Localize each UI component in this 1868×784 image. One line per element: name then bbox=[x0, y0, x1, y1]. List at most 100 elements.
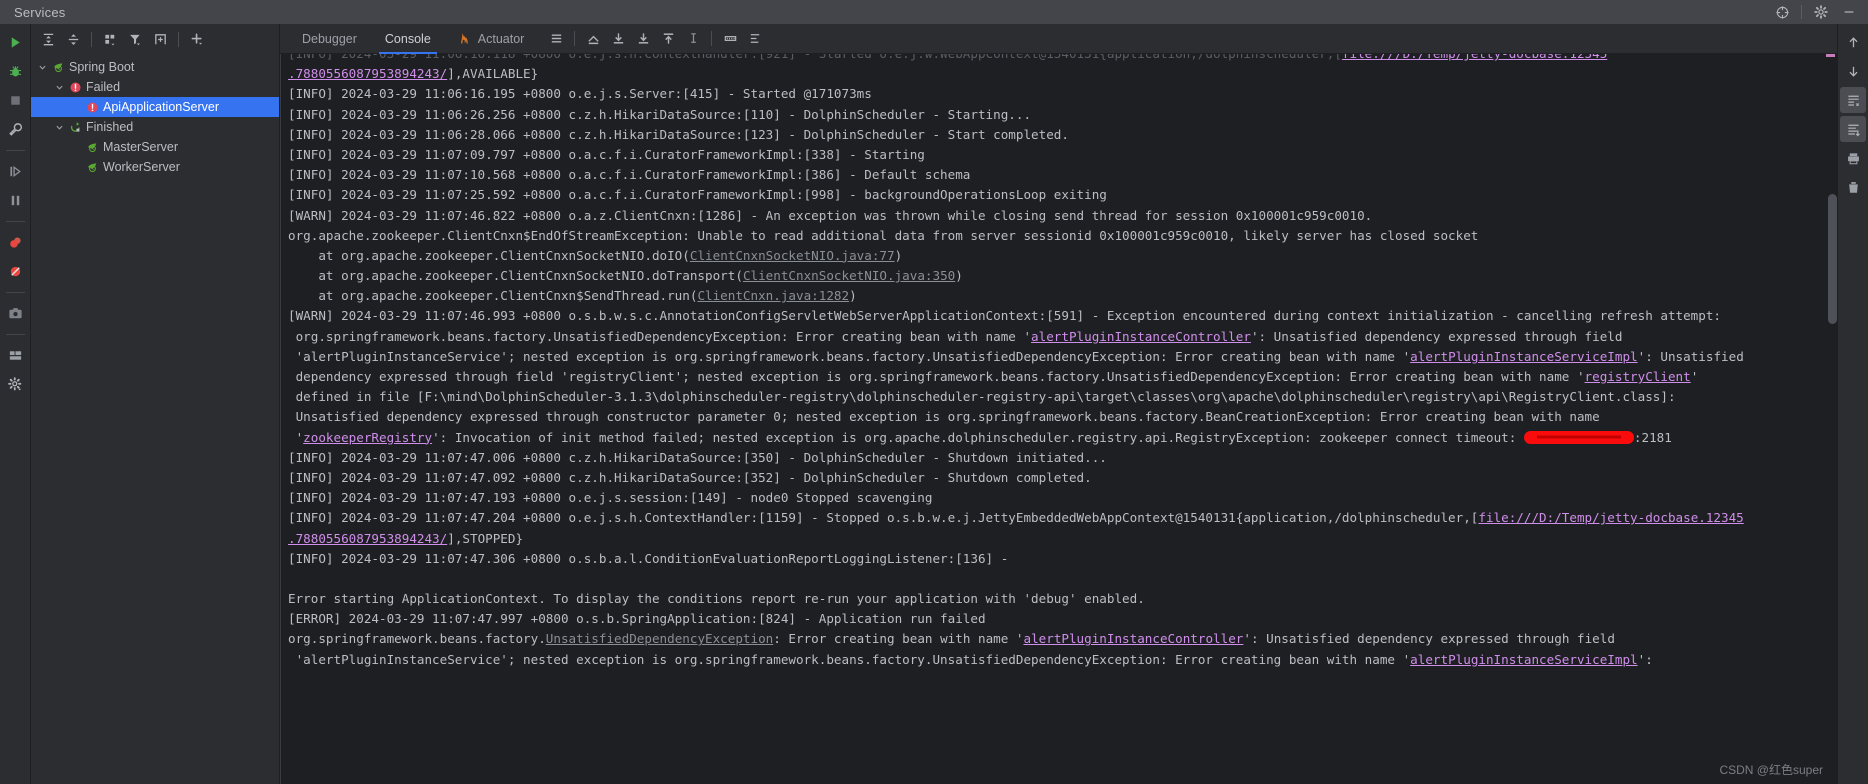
resume-program-button[interactable] bbox=[2, 158, 28, 184]
tab-label: Debugger bbox=[302, 31, 357, 46]
console-vertical-scrollbar[interactable] bbox=[1828, 194, 1837, 324]
chevron-down-icon[interactable] bbox=[52, 77, 66, 97]
scroll-to-top-button[interactable] bbox=[581, 27, 605, 51]
log-text: ],AVAILABLE} bbox=[447, 66, 539, 82]
failed-icon bbox=[66, 77, 84, 97]
run-button[interactable] bbox=[2, 29, 28, 55]
tab-console[interactable]: Console bbox=[371, 24, 445, 54]
log-text: at org.apache.zookeeper.ClientCnxnSocket… bbox=[288, 247, 690, 263]
log-link[interactable]: alertPluginInstanceServiceImpl bbox=[1410, 349, 1637, 364]
scroll-up-button[interactable] bbox=[1840, 29, 1866, 55]
minimize-icon[interactable] bbox=[1836, 1, 1862, 23]
services-tool-window: Services Spring Boot Failed ApiApplicati… bbox=[0, 0, 1868, 784]
log-text: at org.apache.zookeeper.ClientCnxnSocket… bbox=[288, 268, 743, 284]
settings-wrench-button[interactable] bbox=[2, 116, 28, 142]
wrap-text-button[interactable] bbox=[718, 27, 742, 51]
log-text: [INFO] 2024-03-29 11:06:16.118 +0800 o.e… bbox=[288, 54, 1342, 61]
rail-divider bbox=[5, 221, 25, 222]
tree-toolbar bbox=[31, 24, 279, 54]
log-text: ],STOPPED} bbox=[447, 530, 524, 546]
show-in-new-window-button[interactable] bbox=[149, 28, 171, 50]
log-text: Error starting ApplicationContext. To di… bbox=[288, 591, 1145, 607]
tree-node-failed[interactable]: Failed bbox=[31, 77, 279, 97]
log-link[interactable]: file:///D:/Temp/jetty-docbase.12345 bbox=[1478, 510, 1743, 525]
print-button[interactable] bbox=[1840, 145, 1866, 171]
settings-list-button[interactable] bbox=[743, 27, 767, 51]
rail-divider bbox=[5, 292, 25, 293]
log-text: [INFO] 2024-03-29 11:07:47.092 +0800 c.z… bbox=[288, 469, 1092, 485]
mute-breakpoints-button[interactable] bbox=[2, 258, 28, 284]
screenshot-button[interactable] bbox=[2, 300, 28, 326]
log-text: :2181 bbox=[1633, 429, 1672, 445]
tab-actuator[interactable]: Actuator bbox=[445, 24, 539, 54]
expand-all-button[interactable] bbox=[37, 28, 59, 50]
debug-button[interactable] bbox=[2, 58, 28, 84]
chevron-down-icon[interactable] bbox=[52, 117, 66, 137]
pause-program-button[interactable] bbox=[2, 187, 28, 213]
scroll-down-button[interactable] bbox=[606, 27, 630, 51]
log-line: [INFO] 2024-03-29 11:07:09.797 +0800 o.a… bbox=[288, 145, 1837, 165]
group-by-button[interactable] bbox=[99, 28, 121, 50]
scroll-to-end-toggle[interactable] bbox=[1840, 116, 1866, 142]
log-line: [INFO] 2024-03-29 11:07:10.568 +0800 o.a… bbox=[288, 165, 1837, 185]
log-link[interactable]: alertPluginInstanceController bbox=[1023, 631, 1243, 646]
soft-wrap-button[interactable] bbox=[544, 27, 568, 51]
log-text: ' bbox=[1690, 369, 1699, 384]
settings-button[interactable] bbox=[2, 371, 28, 397]
add-service-button[interactable] bbox=[186, 28, 208, 50]
log-text: [WARN] 2024-03-29 11:07:46.993 +0800 o.s… bbox=[288, 308, 1722, 324]
log-stacktrace-link[interactable]: ClientCnxn.java:1282 bbox=[697, 288, 849, 303]
log-link[interactable]: file:///D:/Temp/jetty-docbase.12345 bbox=[1342, 54, 1607, 61]
log-text: ) bbox=[955, 268, 963, 284]
log-link[interactable]: registryClient bbox=[1585, 369, 1691, 384]
scrollbar-error-marker bbox=[1826, 54, 1835, 57]
log-link[interactable]: zookeeperRegistry bbox=[303, 430, 432, 445]
log-stacktrace-link[interactable]: UnsatisfiedDependencyException bbox=[546, 631, 773, 646]
settings-gear-icon[interactable] bbox=[1808, 1, 1834, 23]
tab-label: Actuator bbox=[477, 31, 525, 46]
collapse-all-button[interactable] bbox=[62, 28, 84, 50]
tree-node-workerserver[interactable]: WorkerServer bbox=[31, 157, 279, 177]
scroll-to-end-button[interactable] bbox=[631, 27, 655, 51]
console-output-area[interactable]: [INFO] 2024-03-29 11:06:16.118 +0800 o.e… bbox=[280, 54, 1837, 784]
clear-all-button[interactable] bbox=[1840, 174, 1866, 200]
services-tree-panel: Spring Boot Failed ApiApplicationServer Fin… bbox=[31, 24, 280, 784]
tab-debugger[interactable]: Debugger bbox=[288, 24, 371, 54]
log-line: [INFO] 2024-03-29 11:07:25.592 +0800 o.a… bbox=[288, 185, 1837, 205]
failed-icon bbox=[83, 97, 101, 117]
trim-button[interactable] bbox=[681, 27, 705, 51]
log-text: defined in file [F:\mind\DolphinSchedule… bbox=[288, 389, 1676, 405]
filter-button[interactable] bbox=[124, 28, 146, 50]
view-breakpoints-button[interactable] bbox=[2, 229, 28, 255]
services-tree: Spring Boot Failed ApiApplicationServer Fin… bbox=[31, 54, 279, 177]
chevron-down-icon[interactable] bbox=[35, 57, 49, 77]
log-text: Unsatisfied dependency expressed through… bbox=[288, 409, 1600, 425]
log-text: [WARN] 2024-03-29 11:07:46.822 +0800 o.a… bbox=[288, 207, 1373, 223]
titlebar-actions bbox=[1769, 0, 1862, 24]
tree-node-spring-boot[interactable]: Spring Boot bbox=[31, 57, 279, 77]
target-icon[interactable] bbox=[1769, 1, 1795, 23]
tree-node-finished[interactable]: Finished bbox=[31, 117, 279, 137]
log-link[interactable]: alertPluginInstanceServiceImpl bbox=[1410, 652, 1637, 667]
log-text: ' bbox=[288, 429, 304, 445]
log-line: at org.apache.zookeeper.ClientCnxnSocket… bbox=[288, 246, 1837, 266]
spring-boot-icon bbox=[49, 57, 67, 77]
log-link[interactable]: .7880556087953894243/ bbox=[288, 531, 447, 546]
stop-button[interactable] bbox=[2, 87, 28, 113]
layout-button[interactable] bbox=[2, 342, 28, 368]
scroll-up-button[interactable] bbox=[656, 27, 680, 51]
tree-node-masterserver[interactable]: MasterServer bbox=[31, 137, 279, 157]
tree-node-label: Finished bbox=[86, 120, 134, 134]
scroll-down-button[interactable] bbox=[1840, 58, 1866, 84]
watermark-label: CSDN @红色super bbox=[1719, 763, 1823, 777]
log-line: [INFO] 2024-03-29 11:07:47.092 +0800 c.z… bbox=[288, 468, 1837, 488]
tree-node-apiapplicationserver[interactable]: ApiApplicationServer bbox=[31, 97, 279, 117]
log-line: [INFO] 2024-03-29 11:06:28.066 +0800 c.z… bbox=[288, 125, 1837, 145]
log-link[interactable]: .7880556087953894243/ bbox=[288, 66, 447, 81]
log-stacktrace-link[interactable]: ClientCnxnSocketNIO.java:350 bbox=[743, 268, 955, 283]
log-link[interactable]: alertPluginInstanceController bbox=[1031, 329, 1251, 344]
log-stacktrace-link[interactable]: ClientCnxnSocketNIO.java:77 bbox=[690, 248, 895, 263]
soft-wrap-toggle[interactable] bbox=[1840, 87, 1866, 113]
